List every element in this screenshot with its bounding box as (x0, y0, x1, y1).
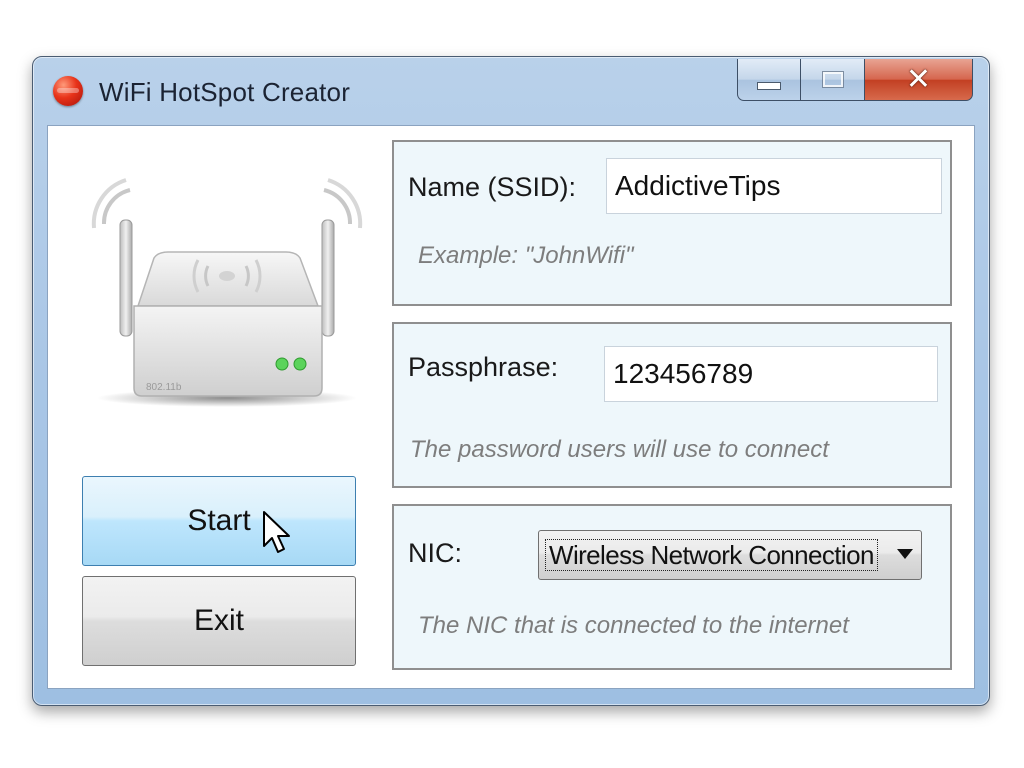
app-icon (53, 76, 83, 106)
app-window: WiFi HotSpot Creator ✕ 802.11b Start Exi… (32, 56, 990, 706)
title-bar[interactable]: WiFi HotSpot Creator ✕ (33, 57, 989, 121)
nic-selected-value: Wireless Network Connection (545, 539, 878, 571)
passphrase-group: Passphrase: The password users will use … (392, 322, 952, 488)
minimize-button[interactable] (737, 59, 801, 101)
ssid-input[interactable] (606, 158, 942, 214)
nic-group: NIC: Wireless Network Connection The NIC… (392, 504, 952, 670)
passphrase-label: Passphrase: (408, 352, 559, 382)
nic-dropdown[interactable]: Wireless Network Connection (538, 530, 922, 580)
wifi-router-icon: 802.11b (91, 178, 363, 407)
start-button-label: Start (187, 504, 251, 537)
nic-hint: The NIC that is connected to the interne… (418, 612, 849, 639)
client-area: 802.11b Start Exit Name (SSID): Example:… (47, 125, 975, 689)
exit-button-label: Exit (193, 604, 244, 637)
close-button[interactable]: ✕ (865, 59, 973, 101)
nic-label: NIC: (408, 538, 462, 568)
window-title: WiFi HotSpot Creator (99, 77, 351, 107)
passphrase-input[interactable] (604, 346, 938, 402)
exit-button[interactable]: Exit (82, 576, 356, 666)
start-button[interactable]: Start (82, 476, 356, 566)
mouse-cursor-icon (263, 511, 290, 553)
caption-buttons: ✕ (737, 59, 973, 101)
maximize-button[interactable] (801, 59, 865, 101)
minimize-icon (757, 81, 781, 90)
ssid-group: Name (SSID): Example: "JohnWifi" (392, 140, 952, 306)
maximize-icon (821, 71, 844, 88)
close-icon: ✕ (905, 62, 932, 96)
ssid-hint: Example: "JohnWifi" (418, 242, 634, 269)
passphrase-hint: The password users will use to connect (410, 436, 829, 463)
chevron-down-icon (897, 549, 913, 559)
device-label: 802.11b (146, 382, 182, 393)
ssid-label: Name (SSID): (408, 172, 577, 202)
